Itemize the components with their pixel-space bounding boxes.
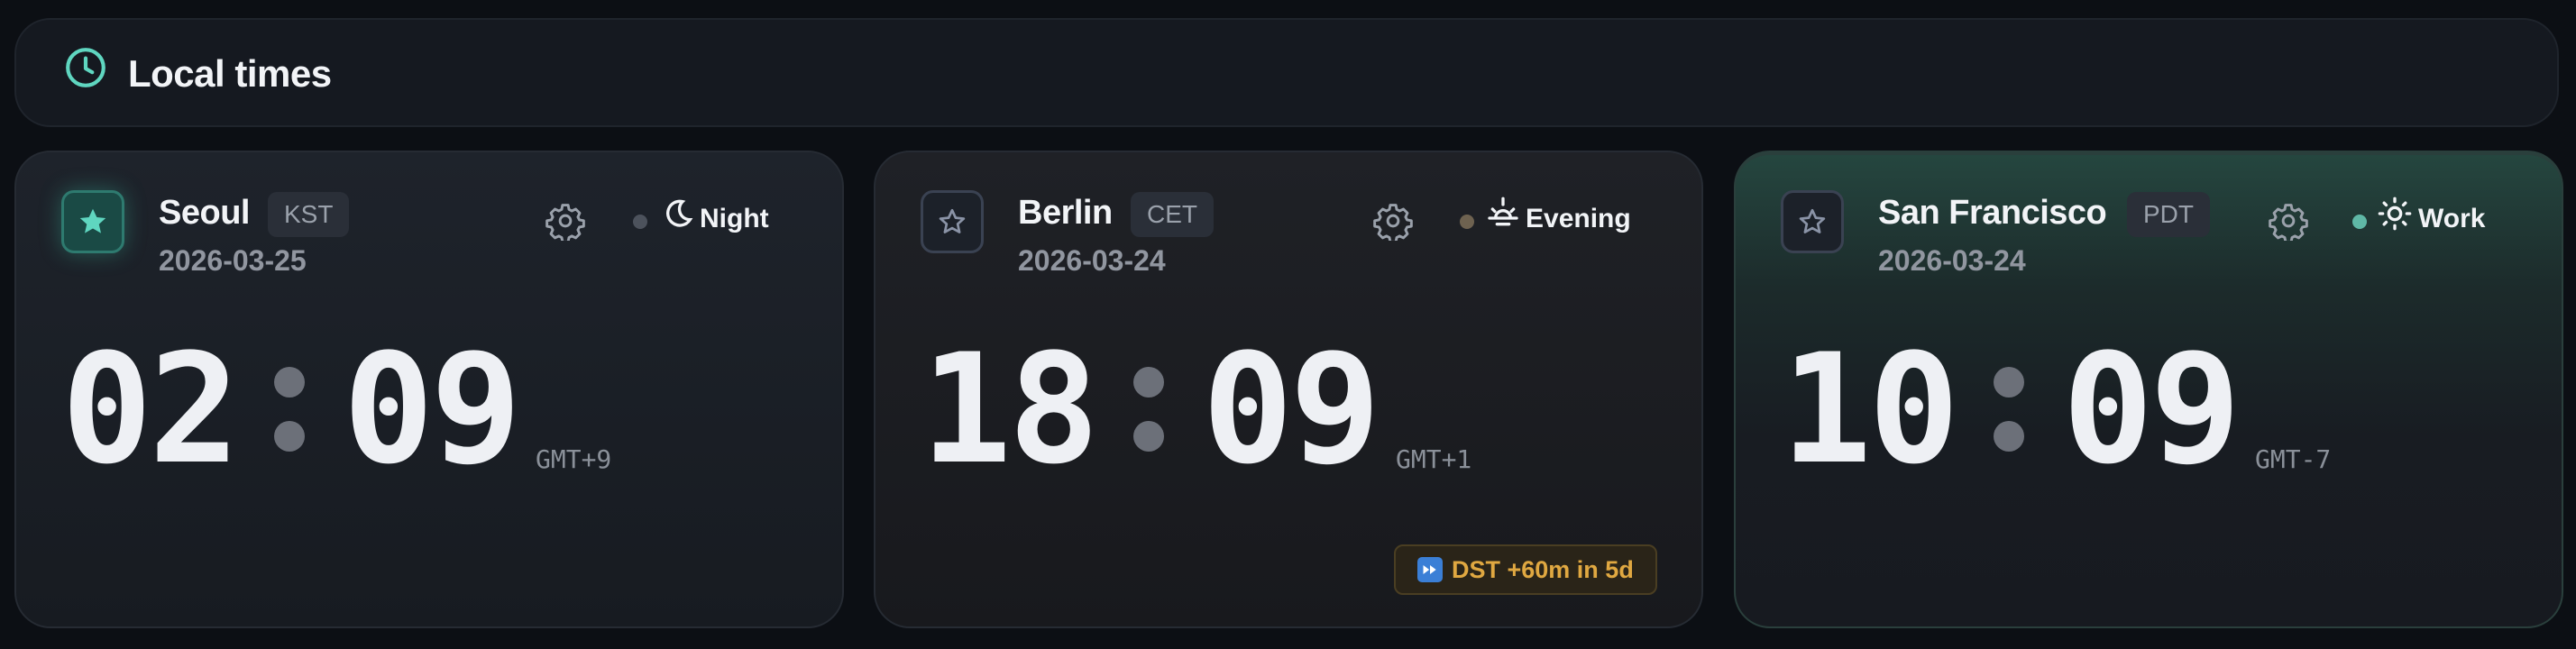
header-bar: Local times — [14, 18, 2559, 127]
hours: 10 — [1781, 321, 1959, 498]
city-name: Berlin — [1018, 194, 1113, 232]
status-dot — [2352, 215, 2367, 229]
moon-icon — [666, 199, 693, 227]
time-separator — [274, 337, 306, 481]
gmt-offset: GMT-7 — [2255, 444, 2332, 474]
sunset-icon — [1488, 197, 1518, 226]
time-separator — [1994, 337, 2025, 481]
star-outline-icon — [1799, 208, 1826, 233]
date-label: 2026-03-24 — [1018, 244, 1166, 277]
dst-notice-text: DST +60m in 5d — [1452, 555, 1634, 583]
page-title: Local times — [128, 52, 332, 95]
time-display: 18 09 — [921, 321, 1381, 498]
date-label: 2026-03-25 — [159, 244, 307, 277]
sun-icon — [2378, 197, 2412, 231]
star-filled-icon — [79, 208, 106, 233]
star-outline-icon — [939, 208, 966, 233]
city-name: San Francisco — [1878, 194, 2107, 232]
clock-icon — [66, 48, 105, 87]
status-dot — [1460, 215, 1474, 229]
status-label: Work — [2418, 204, 2486, 233]
gear-icon[interactable] — [545, 201, 585, 241]
date-label: 2026-03-24 — [1878, 244, 2026, 277]
time-display: 02 09 — [61, 321, 522, 498]
dst-notice-badge: DST +60m in 5d — [1394, 544, 1657, 595]
status-label: Evening — [1526, 204, 1631, 233]
minutes: 09 — [2062, 321, 2241, 498]
minutes: 09 — [1202, 321, 1380, 498]
fast-forward-icon — [1417, 557, 1443, 582]
gmt-offset: GMT+9 — [536, 444, 612, 474]
city-name: Seoul — [159, 194, 250, 232]
hours: 18 — [921, 321, 1099, 498]
minutes: 09 — [343, 321, 521, 498]
time-separator — [1133, 337, 1165, 481]
status-dot — [633, 215, 647, 229]
gmt-offset: GMT+1 — [1396, 444, 1472, 474]
gear-icon[interactable] — [1373, 201, 1413, 241]
timezone-badge: CET — [1131, 192, 1214, 237]
clock-card-berlin[interactable]: Berlin CET 2026-03-24 Evening 18 09 GMT+… — [874, 151, 1703, 628]
clock-card-san-francisco[interactable]: San Francisco PDT 2026-03-24 Work 10 09 … — [1734, 151, 2563, 628]
timezone-badge: KST — [268, 192, 350, 237]
time-display: 10 09 — [1781, 321, 2241, 498]
favorite-button[interactable] — [61, 190, 124, 253]
clock-card-seoul[interactable]: Seoul KST 2026-03-25 Night 02 09 GMT+9 — [14, 151, 844, 628]
hours: 02 — [61, 321, 240, 498]
status-label: Night — [700, 204, 769, 233]
timezone-badge: PDT — [2127, 192, 2210, 237]
gear-icon[interactable] — [2269, 201, 2308, 241]
favorite-button[interactable] — [921, 190, 984, 253]
favorite-button[interactable] — [1781, 190, 1844, 253]
